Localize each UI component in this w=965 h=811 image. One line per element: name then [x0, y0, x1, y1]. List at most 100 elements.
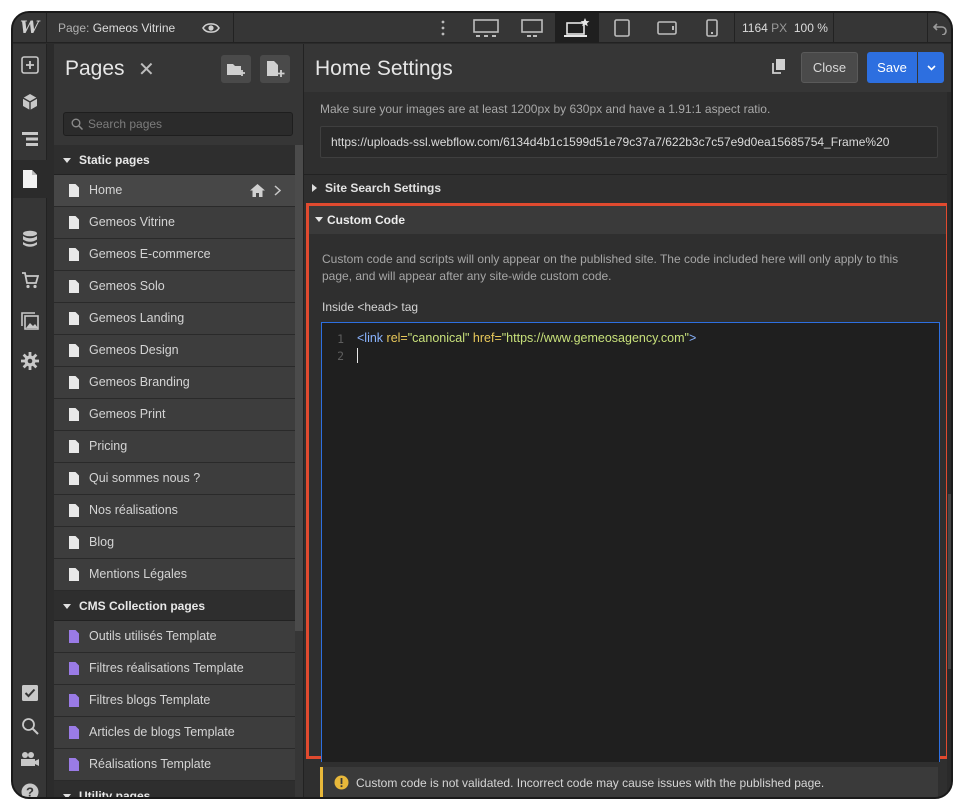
breakpoint-mobile-icon[interactable]: [690, 13, 734, 43]
head-code-editor[interactable]: 1 2 <link rel="canonical" href="https://…: [321, 322, 940, 762]
more-vertical-icon[interactable]: [440, 19, 446, 37]
top-bar: W Page: Gemeos Vitrine 1164 PX 100 %: [13, 13, 951, 43]
page-item[interactable]: Gemeos Design: [54, 335, 295, 367]
settings-scrollbar-thumb[interactable]: [948, 494, 951, 669]
canvas-width: 1164: [742, 21, 768, 35]
save-button[interactable]: Save: [867, 52, 917, 83]
page-item[interactable]: Gemeos Print: [54, 399, 295, 431]
section-static-pages[interactable]: Static pages: [54, 145, 295, 175]
page-item[interactable]: Gemeos E-commerce: [54, 239, 295, 271]
page-item[interactable]: Pricing: [54, 431, 295, 463]
cms-page-item[interactable]: Réalisations Template: [54, 749, 295, 781]
page-item[interactable]: Blog: [54, 527, 295, 559]
page-icon: [69, 440, 79, 453]
custom-code-header[interactable]: Custom Code: [309, 206, 946, 234]
cms-page-item[interactable]: Filtres réalisations Template: [54, 653, 295, 685]
breakpoint-desktop-base-icon[interactable]: [555, 13, 599, 43]
page-label: Gemeos Branding: [89, 375, 190, 389]
page-item[interactable]: Mentions Légales: [54, 559, 295, 591]
page-icon: [69, 216, 79, 229]
custom-code-section: Custom Code Custom code and scripts will…: [306, 203, 949, 762]
cms-database-icon[interactable]: [13, 222, 47, 256]
search-pages-field[interactable]: [63, 112, 293, 136]
cms-page-item[interactable]: Filtres blogs Template: [54, 685, 295, 717]
search-pages-input[interactable]: [88, 116, 288, 132]
page-settings-chevron-icon[interactable]: [274, 185, 281, 196]
audit-checkbox-icon[interactable]: [13, 676, 47, 710]
close-panel-icon[interactable]: ✕: [138, 57, 155, 82]
symbols-cube-icon[interactable]: [13, 85, 47, 119]
close-button[interactable]: Close: [801, 52, 858, 83]
new-page-button[interactable]: [260, 55, 290, 83]
settings-gear-icon[interactable]: [13, 344, 47, 378]
cms-template-page-icon: [69, 630, 79, 643]
new-folder-button[interactable]: [221, 55, 251, 83]
navigator-icon[interactable]: [13, 122, 47, 156]
breakpoint-desktop-large-icon[interactable]: [510, 13, 554, 43]
page-label: Gemeos Landing: [89, 311, 185, 325]
code-line: <link rel="canonical" href="https://www.…: [357, 331, 696, 345]
settings-header: Home Settings Close Save: [304, 44, 951, 92]
divider: [233, 13, 234, 43]
assets-images-icon[interactable]: [13, 304, 47, 338]
pages-panel-title: Pages: [65, 57, 125, 80]
section-site-search-settings[interactable]: Site Search Settings: [304, 175, 944, 202]
page-icon: [69, 504, 79, 517]
ecommerce-cart-icon[interactable]: [13, 263, 47, 297]
page-label: Articles de blogs Template: [89, 725, 235, 739]
section-cms-collection-pages[interactable]: CMS Collection pages: [54, 591, 295, 621]
breakpoint-desktop-xl-icon[interactable]: [464, 13, 508, 43]
pages-scrollbar[interactable]: [295, 145, 303, 631]
page-label: Blog: [89, 535, 115, 549]
undo-icon[interactable]: [927, 13, 951, 43]
line-number: 1: [337, 332, 344, 346]
page-item[interactable]: Gemeos Solo: [54, 271, 295, 303]
section-label: CMS Collection pages: [79, 599, 206, 613]
help-icon[interactable]: ?: [13, 775, 47, 797]
page-item[interactable]: Gemeos Branding: [54, 367, 295, 399]
breakpoint-landscape-icon[interactable]: [645, 13, 689, 43]
cms-page-item[interactable]: Outils utilisés Template: [54, 621, 295, 653]
breakpoint-tablet-icon[interactable]: [600, 13, 644, 43]
page-label: Gemeos Design: [89, 343, 179, 357]
text-cursor: [357, 348, 358, 363]
section-utility-pages[interactable]: Utility pages: [54, 781, 295, 799]
page-label: Filtres réalisations Template: [89, 661, 244, 675]
page-item[interactable]: Gemeos Vitrine: [54, 207, 295, 239]
duplicate-page-icon[interactable]: [772, 58, 786, 74]
left-toolbar: ?: [13, 44, 47, 797]
page-icon: [69, 376, 79, 389]
custom-code-description: Custom code and scripts will only appear…: [322, 252, 899, 283]
page-label: Home: [89, 183, 123, 197]
cms-page-item[interactable]: Articles de blogs Template: [54, 717, 295, 749]
cms-template-page-icon: [69, 694, 79, 707]
section-label: Utility pages: [79, 789, 151, 799]
section-label: Static pages: [79, 153, 150, 167]
custom-code-warning: Custom code is not validated. Incorrect …: [320, 767, 938, 797]
warning-text: Custom code is not validated. Incorrect …: [356, 776, 825, 790]
line-number: 2: [337, 349, 344, 363]
page-label: Gemeos Vitrine: [89, 215, 175, 229]
pages-icon[interactable]: [13, 160, 47, 198]
add-elements-icon[interactable]: [13, 48, 47, 82]
page-item[interactable]: Qui sommes nous ?: [54, 463, 295, 495]
search-icon[interactable]: [13, 709, 47, 743]
video-tutorials-icon[interactable]: [13, 742, 47, 776]
page-icon: [69, 184, 79, 197]
page-label: Pricing: [89, 439, 128, 453]
page-item[interactable]: Nos réalisations: [54, 495, 295, 527]
save-options-chevron-icon[interactable]: [918, 52, 944, 83]
page-item-home[interactable]: Home: [54, 175, 295, 207]
page-item[interactable]: Gemeos Landing: [54, 303, 295, 335]
settings-scrollbar-track: [947, 92, 951, 797]
current-page-label[interactable]: Page: Gemeos Vitrine: [58, 21, 175, 35]
code-attr: rel=: [386, 331, 408, 345]
page-label: Qui sommes nous ?: [89, 471, 201, 485]
page-label: Nos réalisations: [89, 503, 178, 517]
og-image-url-field[interactable]: https://uploads-ssl.webflow.com/6134d4b1…: [320, 126, 938, 158]
webflow-logo[interactable]: W: [13, 13, 47, 43]
pages-panel: Pages ✕ Static pages Home Gemeos Vitrine…: [54, 44, 303, 799]
preview-eye-icon[interactable]: [202, 19, 220, 37]
pages-panel-header: Pages ✕: [54, 44, 303, 92]
page-label: Outils utilisés Template: [89, 629, 217, 643]
